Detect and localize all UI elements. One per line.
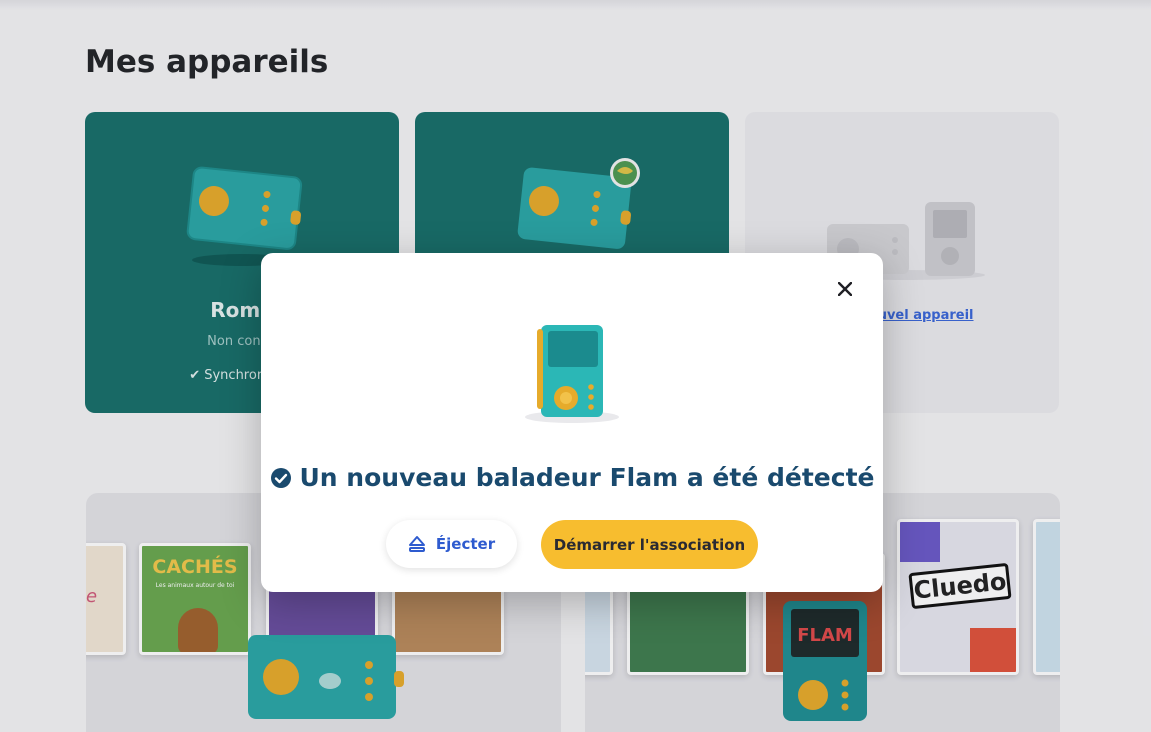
start-association-button[interactable]: Démarrer l'association	[541, 520, 758, 569]
eject-button[interactable]: Éjecter	[386, 520, 517, 568]
modal-title: Un nouveau baladeur Flam a été détecté	[261, 463, 883, 492]
close-icon	[838, 282, 852, 296]
check-circle-icon	[270, 467, 291, 488]
flam-player-icon	[525, 325, 619, 423]
close-button[interactable]	[833, 277, 857, 301]
eject-icon	[408, 536, 425, 552]
device-detected-modal: Un nouveau baladeur Flam a été détecté É…	[261, 253, 883, 592]
